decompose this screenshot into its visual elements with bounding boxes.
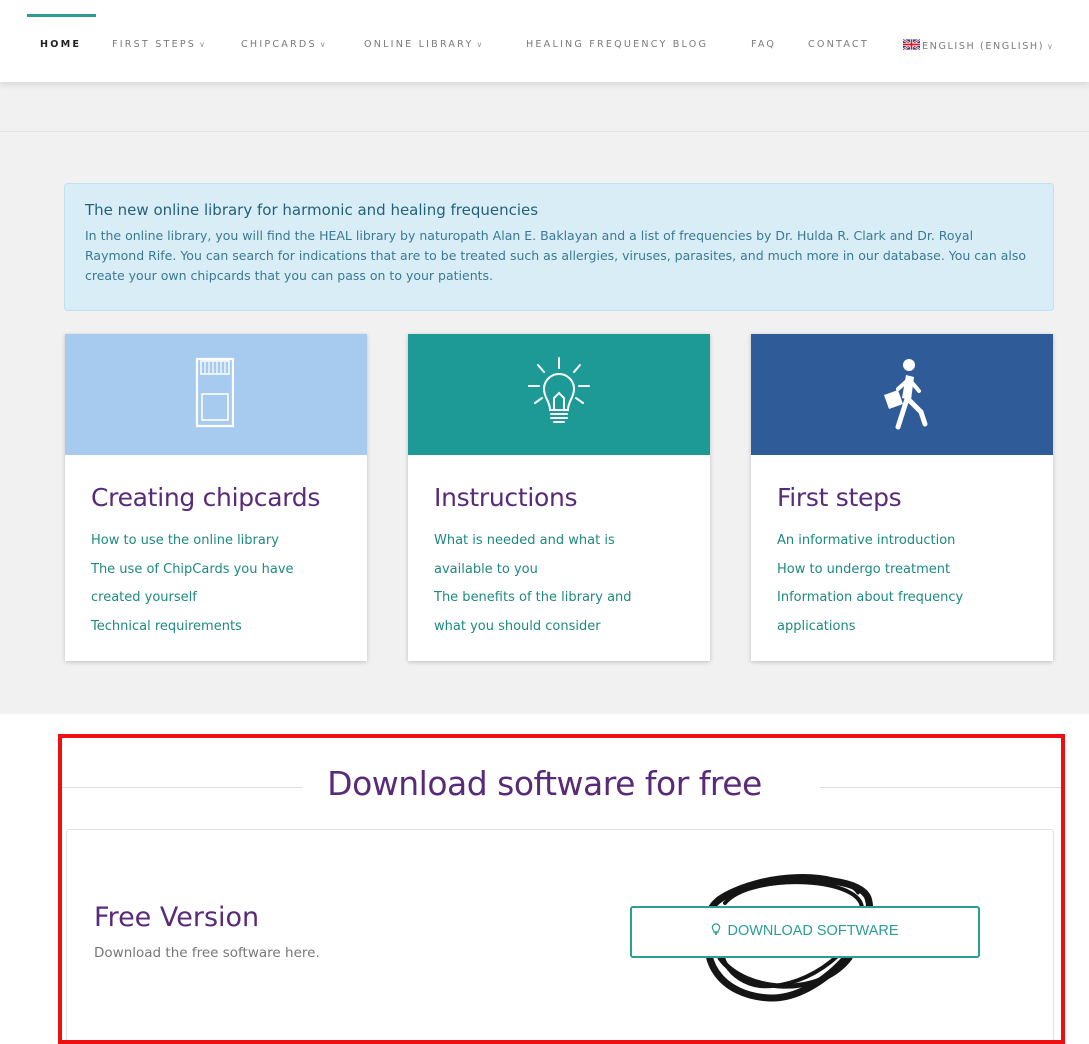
sd-card-icon — [195, 357, 235, 428]
card-link[interactable]: How to undergo treatment — [777, 556, 1037, 585]
walking-person-icon — [884, 359, 928, 430]
card-link-list: How to use the online library The use of… — [91, 527, 351, 641]
card-title: Creating chipcards — [91, 483, 321, 512]
card-link[interactable]: An informative introduction — [777, 527, 1037, 556]
highlight-frame — [58, 734, 1065, 1044]
card-link[interactable]: Technical requirements — [91, 613, 351, 642]
nav-item-online-library[interactable]: ONLINE LIBRARY ∨ — [364, 39, 482, 50]
nav-item-faq[interactable]: FAQ — [751, 39, 776, 50]
card-title: First steps — [777, 483, 902, 512]
card-link[interactable]: what you should consider — [434, 613, 694, 642]
card-link[interactable]: created yourself — [91, 584, 351, 613]
card-link-list: What is needed and what is available to … — [434, 527, 694, 641]
language-selector[interactable]: ENGLISH (ENGLISH) ∨ — [903, 39, 1053, 52]
card-link-list: An informative introduction How to under… — [777, 527, 1037, 641]
chevron-down-icon: ∨ — [1047, 42, 1053, 51]
nav-item-label: FAQ — [751, 39, 777, 50]
card-link[interactable]: The use of ChipCards you have — [91, 556, 351, 585]
chevron-down-icon: ∨ — [199, 40, 205, 49]
card-link[interactable]: available to you — [434, 556, 694, 585]
active-nav-indicator — [27, 14, 96, 17]
card-instructions: Instructions What is needed and what is … — [408, 334, 710, 661]
divider — [0, 131, 1089, 132]
nav-item-label: HEALING FREQUENCY BLOG — [526, 39, 709, 50]
info-title: The new online library for harmonic and … — [85, 201, 539, 219]
language-label: ENGLISH (ENGLISH) — [922, 41, 1045, 52]
nav-item-first-steps[interactable]: FIRST STEPS ∨ — [112, 39, 205, 50]
card-first-steps: First steps An informative introduction … — [751, 334, 1053, 661]
nav-item-label: CHIPCARDS — [241, 39, 317, 50]
nav-item-healing-frequency-blog[interactable]: HEALING FREQUENCY BLOG — [526, 39, 708, 50]
card-link[interactable]: Information about frequency — [777, 584, 1037, 613]
top-navigation: HOME FIRST STEPS ∨ CHIPCARDS ∨ ONLINE LIBR… — [0, 0, 1089, 82]
card-header — [751, 334, 1053, 455]
chevron-down-icon: ∨ — [319, 40, 326, 49]
card-creating-chipcards: Creating chipcards How to use the online… — [65, 334, 367, 661]
card-link[interactable]: What is needed and what is — [434, 527, 694, 556]
card-link[interactable]: The benefits of the library and — [434, 584, 694, 613]
card-link[interactable]: applications — [777, 613, 1037, 642]
lightbulb-icon — [528, 357, 590, 423]
card-link[interactable]: How to use the online library — [91, 527, 351, 556]
card-header — [65, 334, 367, 455]
nav-item-label: ONLINE LIBRARY — [364, 39, 474, 50]
nav-item-label: CONTACT — [808, 39, 869, 50]
nav-item-label: FIRST STEPS — [112, 39, 197, 50]
nav-item-chipcards[interactable]: CHIPCARDS ∨ — [241, 39, 326, 50]
features-section: The new online library for harmonic and … — [0, 82, 1089, 714]
uk-flag-icon — [903, 39, 920, 50]
info-alert-box: The new online library for harmonic and … — [64, 183, 1054, 311]
nav-item-contact[interactable]: CONTACT — [808, 39, 869, 50]
info-text: In the online library, you will find the… — [85, 228, 1027, 283]
card-header — [408, 334, 710, 455]
nav-item-home[interactable]: HOME — [40, 39, 81, 50]
chevron-down-icon: ∨ — [476, 40, 483, 49]
card-title: Instructions — [434, 483, 578, 512]
nav-item-label: HOME — [40, 39, 82, 50]
